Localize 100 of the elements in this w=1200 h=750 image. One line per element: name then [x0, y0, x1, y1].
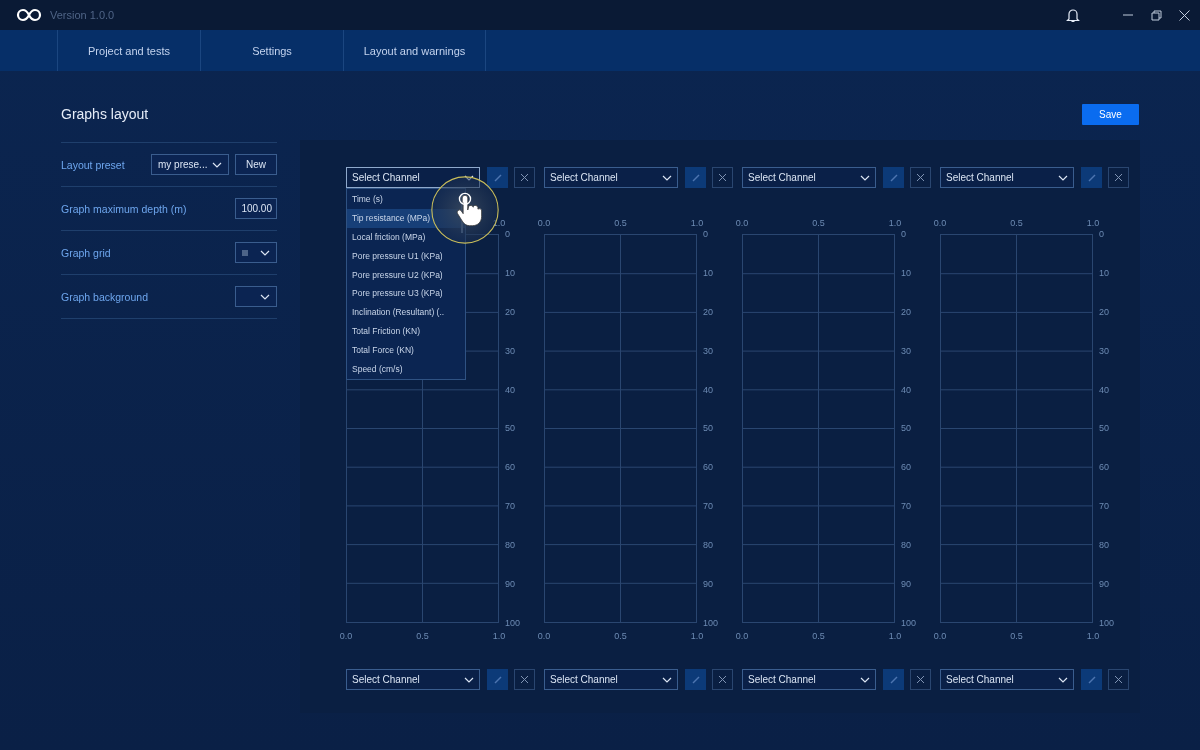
depth-input[interactable]: 100.00 [235, 198, 277, 219]
new-button[interactable]: New [235, 154, 277, 175]
depth-tick-label: 0 [901, 228, 907, 240]
depth-tick-label: 50 [505, 422, 516, 435]
pencil-icon [1086, 172, 1097, 183]
grid-select[interactable] [235, 242, 277, 263]
pencil-icon [888, 674, 899, 685]
chevron-down-icon [860, 174, 870, 181]
axis-tick-label: 0.5 [613, 630, 628, 642]
depth-tick-label: 70 [1099, 500, 1110, 513]
pencil-button[interactable] [487, 167, 508, 188]
save-button[interactable]: Save [1082, 103, 1139, 125]
channel-select[interactable]: Select Channel [346, 669, 480, 690]
close-button[interactable] [712, 167, 733, 188]
chevron-down-icon [662, 174, 672, 181]
axis-tick-label: 0.5 [811, 217, 826, 229]
chevron-down-icon [1058, 174, 1068, 181]
close-button[interactable] [1108, 167, 1129, 188]
depth-tick-label: 30 [703, 344, 714, 357]
nav-tab[interactable]: Settings [200, 30, 343, 71]
close-button[interactable] [910, 167, 931, 188]
background-select[interactable] [235, 286, 277, 307]
axis-tick-label: 0.0 [932, 217, 948, 229]
nav-tab[interactable]: Layout and warnings [343, 30, 486, 71]
close-icon [1114, 173, 1123, 182]
depth-tick-label: 50 [703, 422, 714, 435]
dropdown-option[interactable]: Pore pressure U3 (KPa) [347, 284, 446, 303]
setting-label: Layout preset [61, 158, 126, 171]
depth-tick-label: 20 [1099, 305, 1110, 318]
dropdown-option[interactable]: Pore pressure U1 (KPa) [347, 246, 446, 266]
depth-tick-label: 10 [901, 266, 912, 279]
dropdown-option[interactable]: Pore pressure U2 (KPa) [347, 265, 446, 284]
setting-label: Graph maximum depth (m) [61, 202, 188, 215]
pencil-icon [492, 172, 503, 183]
window-title: Version 1.0.0 [50, 9, 116, 21]
depth-tick-label: 10 [1099, 266, 1110, 279]
channel-select[interactable]: Select Channel [742, 167, 876, 188]
chevron-down-icon [860, 676, 870, 683]
preset-select[interactable]: my prese... [151, 154, 229, 175]
axis-tick-label: 1.0 [887, 630, 903, 642]
setting-label: Graph grid [61, 246, 112, 259]
depth-tick-label: 60 [505, 461, 516, 474]
depth-tick-label: 80 [703, 539, 714, 552]
channel-select[interactable]: Select Channel [544, 167, 678, 188]
channel-select[interactable]: Select Channel [742, 669, 876, 690]
depth-tick-label: 100 [703, 616, 719, 629]
depth-tick-label: 40 [1099, 383, 1110, 396]
setting-label: Graph background [61, 290, 149, 303]
depth-tick-label: 30 [1099, 344, 1110, 357]
pencil-icon [1086, 674, 1097, 685]
dropdown-option[interactable]: Total Friction (KN) [347, 321, 423, 341]
axis-tick-label: 0.0 [536, 217, 552, 229]
depth-tick-label: 80 [901, 539, 912, 552]
close-icon [718, 173, 727, 182]
close-button[interactable] [514, 669, 535, 690]
depth-tick-label: 60 [1099, 461, 1110, 474]
channel-select[interactable]: Select Channel [940, 669, 1074, 690]
close-icon [520, 675, 529, 684]
depth-tick-label: 60 [703, 461, 714, 474]
close-button[interactable] [712, 669, 733, 690]
depth-tick-label: 70 [505, 500, 516, 513]
pencil-icon [492, 674, 503, 685]
dropdown-option[interactable]: Total Force (KN) [347, 340, 417, 360]
depth-tick-label: 30 [901, 344, 912, 357]
depth-tick-label: 20 [901, 305, 912, 318]
axis-tick-label: 1.0 [1085, 630, 1101, 642]
depth-tick-label: 10 [505, 266, 516, 279]
nav-tab[interactable]: Project and tests [57, 30, 200, 71]
axis-tick-label: 0.0 [734, 630, 750, 642]
close-button[interactable] [514, 167, 535, 188]
dropdown-option[interactable]: Local friction (MPa) [347, 227, 429, 247]
dropdown-option[interactable]: Speed (cm/s) [347, 359, 406, 378]
close-icon [718, 675, 727, 684]
close-button[interactable] [910, 669, 931, 690]
channel-select[interactable]: Select Channel [940, 167, 1074, 188]
depth-tick-label: 10 [703, 266, 714, 279]
close-icon [916, 675, 925, 684]
depth-tick-label: 60 [901, 461, 912, 474]
depth-tick-label: 0 [703, 228, 709, 240]
chevron-down-icon [464, 676, 474, 683]
pencil-icon [690, 674, 701, 685]
chevron-down-icon [662, 676, 672, 683]
pencil-icon [690, 172, 701, 183]
axis-tick-label: 0.5 [613, 217, 628, 229]
grid-swatch [242, 249, 248, 256]
depth-tick-label: 20 [703, 305, 714, 318]
axis-tick-label: 0.0 [536, 630, 552, 642]
dropdown-option[interactable]: Inclination (Resultant) (.. [347, 302, 448, 322]
depth-tick-label: 0 [505, 228, 511, 240]
depth-tick-label: 70 [703, 500, 714, 513]
close-icon [1178, 9, 1190, 21]
depth-tick-label: 90 [1099, 578, 1110, 590]
depth-tick-label: 80 [505, 539, 516, 552]
channel-select[interactable]: Select Channel [544, 669, 678, 690]
close-button[interactable] [1108, 669, 1129, 690]
restore-icon [1150, 9, 1162, 21]
depth-tick-label: 30 [505, 344, 516, 357]
dropdown-option[interactable]: Time (s) [347, 190, 386, 209]
depth-tick-label: 40 [703, 383, 714, 396]
depth-tick-label: 100 [505, 616, 521, 629]
